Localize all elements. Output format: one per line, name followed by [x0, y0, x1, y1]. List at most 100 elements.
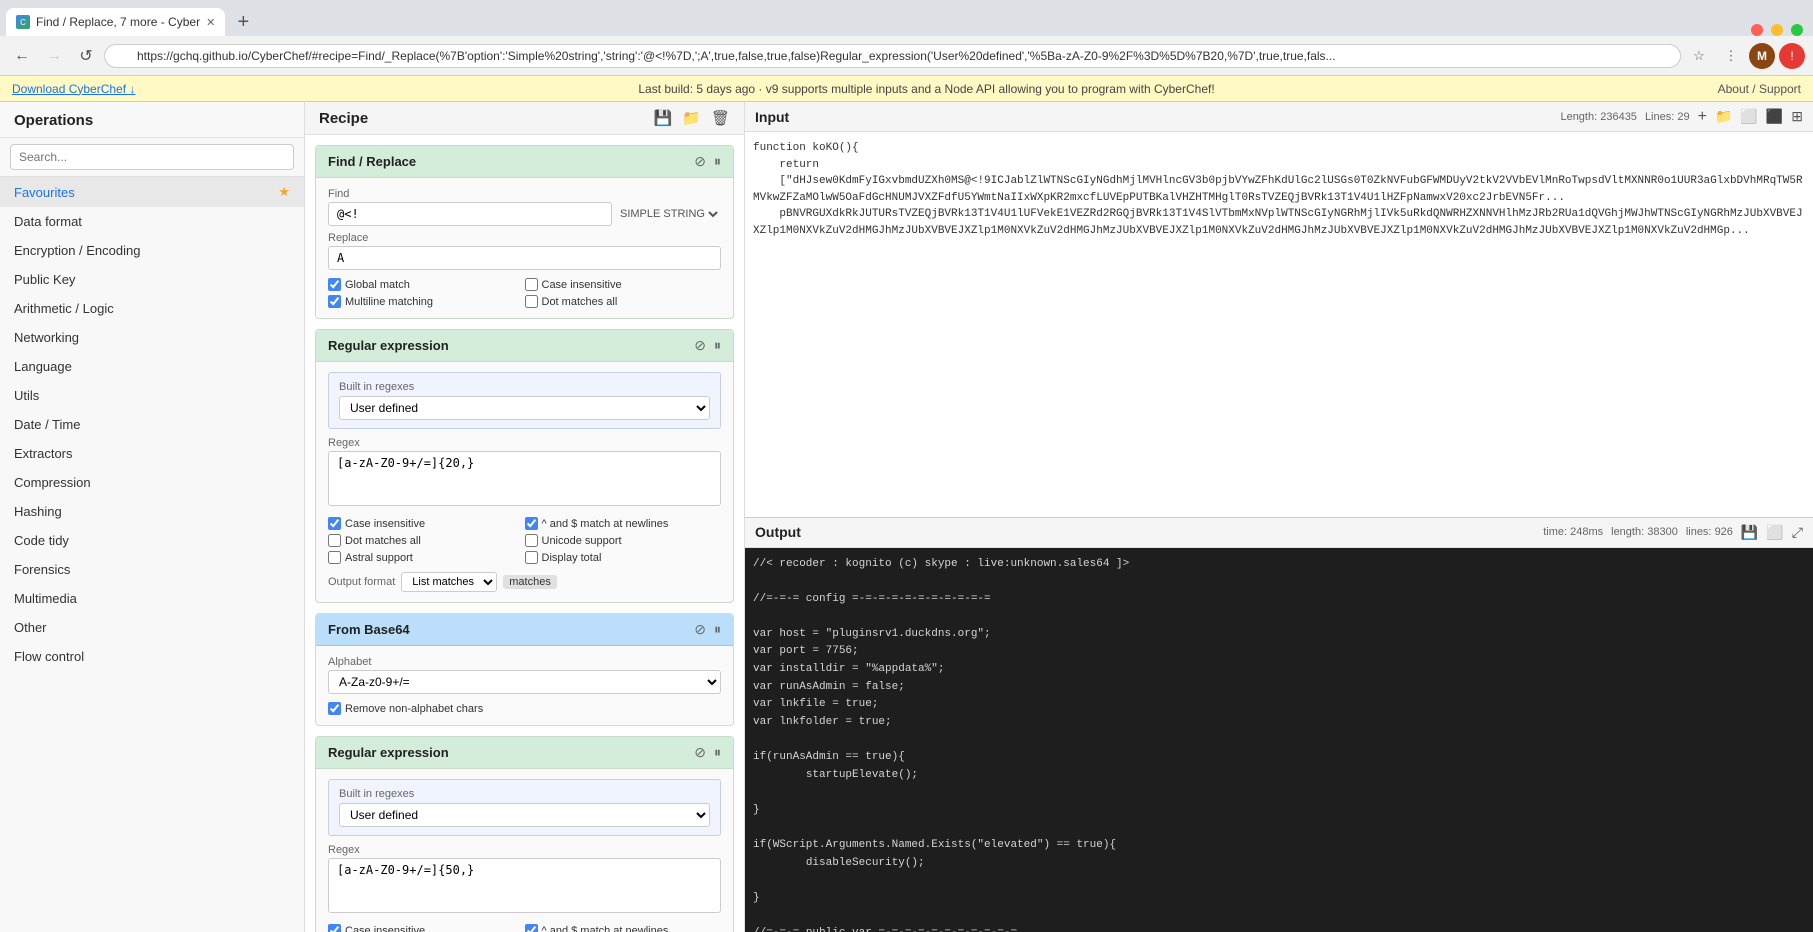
output-time-value: 248ms [1570, 526, 1603, 538]
window-maximize-button[interactable] [1791, 24, 1803, 36]
sidebar-item-public-key[interactable]: Public Key [0, 265, 304, 294]
sidebar-item-favourites[interactable]: Favourites ★ [0, 177, 304, 207]
reload-button[interactable]: ↺ [72, 42, 100, 70]
back-button[interactable]: ← [8, 42, 36, 70]
output-header: Output time: 248ms length: 38300 lines: … [745, 518, 1813, 548]
notification-bar: Download CyberChef ↓ Last build: 5 days … [0, 76, 1813, 102]
extension-button[interactable]: ! [1779, 43, 1805, 69]
regex1-pause-icon[interactable]: ⏸ [714, 337, 721, 354]
recipe-folder-button[interactable]: 📁 [682, 109, 701, 127]
bookmark-button[interactable]: ☆ [1685, 42, 1713, 70]
find-replace-pause-icon[interactable]: ⏸ [714, 153, 721, 170]
replace-input[interactable] [328, 246, 721, 270]
download-link[interactable]: Download CyberChef ↓ [12, 82, 135, 96]
sidebar-item-data-format[interactable]: Data format [0, 207, 304, 236]
regex1-astral-checkbox[interactable]: Astral support [328, 551, 525, 564]
sidebar-item-extractors[interactable]: Extractors [0, 439, 304, 468]
input-title: Input [755, 109, 789, 125]
browser-chrome: C Find / Replace, 7 more - Cyber ✕ + ← →… [0, 0, 1813, 102]
regex1-unicode-checkbox[interactable]: Unicode support [525, 534, 722, 547]
recipe-trash-button[interactable]: 🗑 [711, 109, 730, 127]
output-expand-button[interactable]: ⤢ [1792, 524, 1803, 541]
remove-non-alphabet-checkbox[interactable]: Remove non-alphabet chars [328, 702, 721, 715]
sidebar-item-other[interactable]: Other [0, 613, 304, 642]
regex2-checkboxes: Case insensitive ^ and $ match at newlin… [328, 924, 721, 932]
sidebar-nav: Favourites ★ Data format Encryption / En… [0, 177, 304, 932]
recipe-header: Recipe 💾 📁 🗑 [305, 102, 744, 135]
find-input[interactable] [328, 202, 612, 226]
sidebar-item-label: Other [14, 620, 47, 635]
from-base64-disable-icon[interactable]: ⊘ [694, 621, 706, 638]
regex2-input[interactable]: [a-zA-Z0-9+/=]{50,} [328, 858, 721, 913]
sidebar-item-code-tidy[interactable]: Code tidy [0, 526, 304, 555]
global-match-checkbox[interactable]: Global match [328, 278, 525, 291]
find-type-select[interactable]: SIMPLE STRING [616, 207, 721, 221]
new-tab-button[interactable]: + [229, 8, 257, 36]
sidebar-item-label: Arithmetic / Logic [14, 301, 114, 316]
forward-button[interactable]: → [40, 42, 68, 70]
sidebar-item-multimedia[interactable]: Multimedia [0, 584, 304, 613]
find-replace-disable-icon[interactable]: ⊘ [694, 153, 706, 170]
input-lines-value: 29 [1677, 111, 1689, 123]
regex1-disable-icon[interactable]: ⊘ [694, 337, 706, 354]
multiline-matching-checkbox[interactable]: Multiline matching [328, 295, 525, 308]
from-base64-card: From Base64 ⊘ ⏸ Alphabet A-Za-z0-9+/= R [315, 613, 734, 726]
sidebar-item-flow-control[interactable]: Flow control [0, 642, 304, 671]
window-close-button[interactable] [1751, 24, 1763, 36]
regex2-case-checkbox[interactable]: Case insensitive [328, 924, 525, 932]
find-input-row: SIMPLE STRING [328, 202, 721, 226]
input-content[interactable]: function koKO(){ return ["dHJsew0KdmFyIG… [745, 132, 1813, 517]
profile-button[interactable]: M [1749, 43, 1775, 69]
tab-close-button[interactable]: ✕ [206, 16, 215, 29]
input-clear-button[interactable]: ⬛ [1766, 108, 1783, 125]
case-insensitive-checkbox[interactable]: Case insensitive [525, 278, 722, 291]
built-in-select-2[interactable]: User defined [339, 803, 710, 827]
menu-button[interactable]: ⋮ [1717, 42, 1745, 70]
regex1-display-total-checkbox[interactable]: Display total [525, 551, 722, 564]
regex1-input[interactable]: [a-zA-Z0-9+/=]{20,} [328, 451, 721, 506]
sidebar-item-arithmetic[interactable]: Arithmetic / Logic [0, 294, 304, 323]
recipe-save-button[interactable]: 💾 [654, 109, 673, 127]
regex2-pause-icon[interactable]: ⏸ [714, 744, 721, 761]
sidebar-item-label: Date / Time [14, 417, 80, 432]
output-save-button[interactable]: 💾 [1741, 524, 1758, 541]
sidebar-item-datetime[interactable]: Date / Time [0, 410, 304, 439]
regex1-newlines-checkbox[interactable]: ^ and $ match at newlines [525, 517, 722, 530]
sidebar-item-networking[interactable]: Networking [0, 323, 304, 352]
input-folder-button[interactable]: 📁 [1715, 108, 1732, 125]
sidebar-item-utils[interactable]: Utils [0, 381, 304, 410]
from-base64-icons: ⊘ ⏸ [694, 621, 721, 638]
sidebar-item-hashing[interactable]: Hashing [0, 497, 304, 526]
output-length-value: 38300 [1647, 526, 1678, 538]
regex2-header: Regular expression ⊘ ⏸ [316, 737, 733, 769]
input-add-button[interactable]: + [1698, 108, 1707, 126]
about-support-link[interactable]: About / Support [1718, 82, 1801, 96]
output-lines-label: lines: 926 [1686, 526, 1733, 538]
active-tab[interactable]: C Find / Replace, 7 more - Cyber ✕ [6, 8, 225, 36]
built-in-select-1[interactable]: User defined [339, 396, 710, 420]
regex1-case-checkbox[interactable]: Case insensitive [328, 517, 525, 530]
sidebar-item-language[interactable]: Language [0, 352, 304, 381]
regex2-disable-icon[interactable]: ⊘ [694, 744, 706, 761]
regex1-dot-checkbox[interactable]: Dot matches all [328, 534, 525, 547]
sidebar-item-compression[interactable]: Compression [0, 468, 304, 497]
sidebar-item-forensics[interactable]: Forensics [0, 555, 304, 584]
url-bar[interactable] [104, 44, 1681, 68]
sidebar-item-encryption[interactable]: Encryption / Encoding [0, 236, 304, 265]
window-minimize-button[interactable] [1771, 24, 1783, 36]
recipe-title: Recipe [319, 110, 368, 127]
output-title: Output [755, 524, 801, 540]
regex1-body: Built in regexes User defined Regex [a-z… [316, 362, 733, 602]
alphabet-select[interactable]: A-Za-z0-9+/= [328, 670, 721, 694]
search-input[interactable] [10, 144, 294, 170]
input-length-value: 236435 [1600, 111, 1637, 123]
input-grid-button[interactable]: ⊞ [1791, 108, 1803, 125]
dot-matches-all-checkbox-1[interactable]: Dot matches all [525, 295, 722, 308]
regex2-newlines-checkbox[interactable]: ^ and $ match at newlines [525, 924, 722, 932]
output-split-button[interactable]: ⬜ [1766, 524, 1783, 541]
find-replace-checkboxes: Global match Case insensitive Multiline … [328, 278, 721, 308]
from-base64-pause-icon[interactable]: ⏸ [714, 621, 721, 638]
input-split-button[interactable]: ⬜ [1740, 108, 1757, 125]
output-format-select-1[interactable]: List matches [401, 572, 497, 592]
output-content[interactable]: //< recoder : kognito (c) skype : live:u… [745, 548, 1813, 932]
